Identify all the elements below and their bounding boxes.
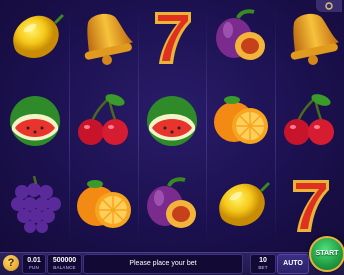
fun-value: 0.01 xyxy=(27,257,41,264)
symbol-seven xyxy=(279,174,341,236)
seven-icon xyxy=(293,180,329,232)
balance-value: 500000 xyxy=(52,257,77,264)
fun-label: FUN xyxy=(29,265,39,270)
bell-icon xyxy=(84,13,133,65)
symbol-grapes xyxy=(4,174,66,236)
watermelon-icon xyxy=(10,96,60,146)
orange-icon xyxy=(77,180,131,228)
plum-icon xyxy=(147,177,196,228)
plum-icon xyxy=(216,9,265,60)
help-button[interactable]: ? xyxy=(3,255,19,271)
symbol-lemon xyxy=(4,6,66,68)
bet-label: BET xyxy=(258,265,268,270)
status-message: Please place your bet xyxy=(83,254,243,274)
bet-value: 10 xyxy=(259,257,267,264)
lemon-icon xyxy=(219,182,270,227)
symbol-orange xyxy=(73,174,135,236)
seven-icon xyxy=(155,12,191,64)
symbol-watermelon xyxy=(141,90,203,152)
balance-label: BALANCE xyxy=(53,265,76,270)
start-button[interactable]: START xyxy=(309,236,344,272)
reel-divider xyxy=(275,6,276,248)
symbol-plum xyxy=(141,174,203,236)
symbol-bell xyxy=(73,6,135,68)
symbol-bell xyxy=(279,6,341,68)
symbol-watermelon xyxy=(4,90,66,152)
auto-button[interactable]: AUTO xyxy=(277,254,309,274)
bell-icon xyxy=(290,13,339,65)
lemon-icon xyxy=(13,14,64,59)
reel-divider xyxy=(69,6,70,248)
balance-box: 500000 BALANCE xyxy=(47,254,82,274)
orange-icon xyxy=(214,96,268,144)
cherry-icon xyxy=(284,94,334,145)
fun-box[interactable]: 0.01 FUN xyxy=(22,254,46,274)
symbol-cherry xyxy=(279,90,341,152)
symbol-seven xyxy=(141,6,203,68)
symbol-lemon xyxy=(210,174,272,236)
reel-divider xyxy=(206,6,207,248)
symbol-orange xyxy=(210,90,272,152)
grapes-icon xyxy=(11,175,61,233)
symbol-cherry xyxy=(73,90,135,152)
symbol-plum xyxy=(210,6,272,68)
cherry-icon xyxy=(78,94,128,145)
bet-box[interactable]: 10 BET xyxy=(250,254,276,274)
watermelon-icon xyxy=(147,96,197,146)
reel-divider xyxy=(138,6,139,248)
